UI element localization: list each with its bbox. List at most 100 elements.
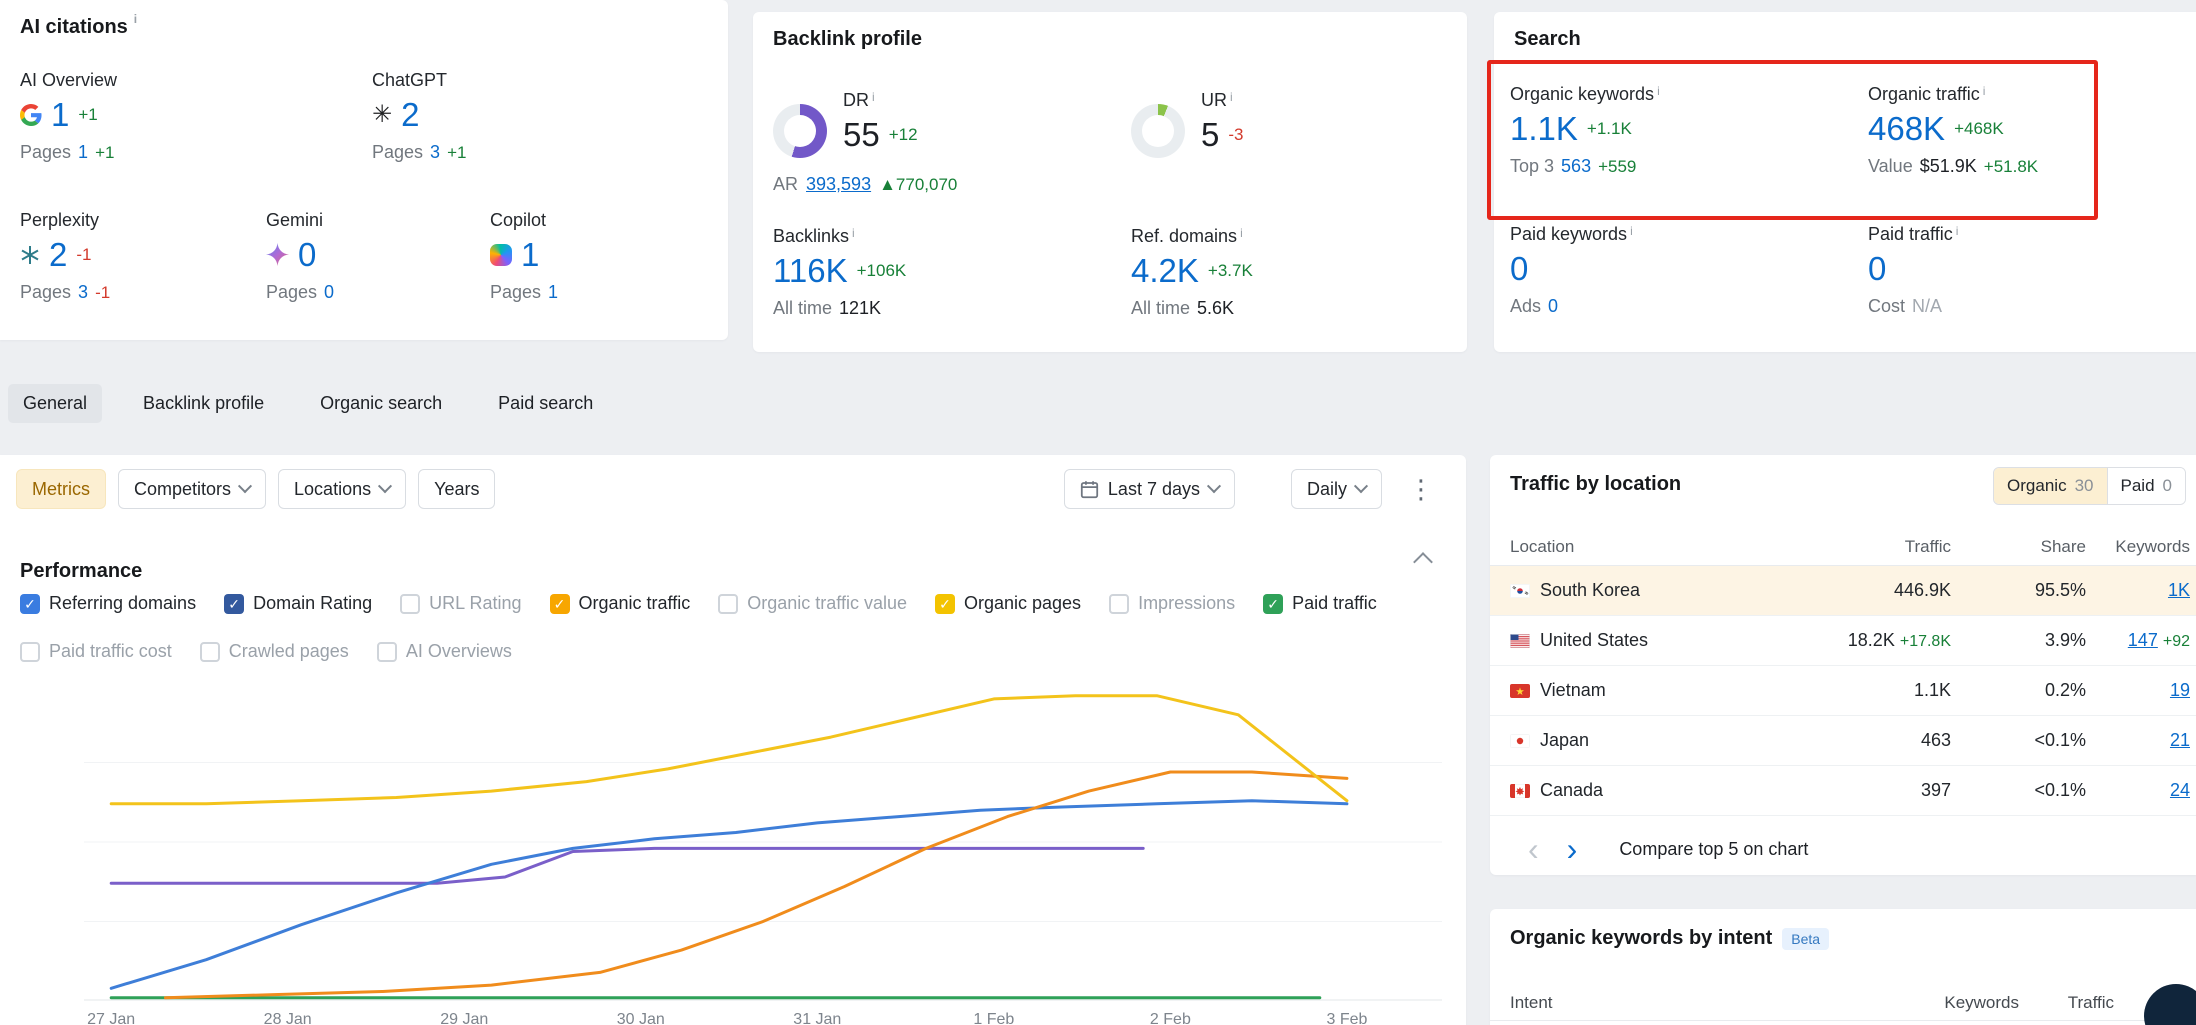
ads-value[interactable]: 0 — [1548, 296, 1558, 317]
pages-value[interactable]: 3 — [430, 142, 440, 163]
chart-toolbar: Metrics Competitors Locations Years — [16, 469, 495, 509]
search-card: Search Organic keywords i 1.1K +1.1K Top… — [1494, 12, 2196, 352]
chatgpt-citations-value[interactable]: 2 — [401, 98, 419, 131]
collapse-section-button[interactable] — [1410, 549, 1436, 575]
paid-traffic-value[interactable]: 0 — [1868, 252, 1886, 285]
table-row-united-states[interactable]: United States 18.2K +17.8K 3.9% 147 +92 — [1490, 616, 2196, 666]
col-traffic: Traffic — [1791, 537, 1951, 557]
checkbox[interactable] — [935, 594, 955, 614]
metric-label: Copilot — [490, 210, 558, 231]
pages-label: Pages — [490, 282, 541, 303]
col-intent: Intent — [1490, 993, 1899, 1013]
share-value: 95.5% — [2035, 580, 2086, 600]
ar-value[interactable]: 393,593 — [806, 174, 871, 195]
table-row-vietnam[interactable]: Vietnam 1.1K 0.2% 19 — [1490, 666, 2196, 716]
date-range-dropdown[interactable]: Last 7 days — [1064, 469, 1235, 509]
table-row-south-korea[interactable]: South Korea 446.9K 95.5% 1K — [1490, 566, 2196, 616]
tab-paid-search[interactable]: Paid search — [483, 384, 608, 423]
ai-metric-chatgpt: ChatGPT ✳ 2 Pages 3 +1 — [372, 70, 466, 163]
organic-traffic-value[interactable]: 468K — [1868, 112, 1945, 145]
pages-value[interactable]: 3 — [78, 282, 88, 303]
keywords-link[interactable]: 24 — [2170, 780, 2190, 800]
metric-checkbox-url-rating[interactable]: URL Rating — [400, 593, 521, 614]
metric-checkbox-paid-traffic-cost[interactable]: Paid traffic cost — [20, 641, 172, 662]
info-icon: i — [1956, 224, 1959, 238]
next-page-button[interactable]: › — [1553, 833, 1592, 865]
prev-page-button[interactable]: ‹ — [1514, 833, 1553, 865]
checkbox-label: AI Overviews — [406, 641, 512, 662]
keywords-link[interactable]: 19 — [2170, 680, 2190, 700]
years-button[interactable]: Years — [418, 469, 495, 509]
locations-dropdown[interactable]: Locations — [278, 469, 406, 509]
checkbox[interactable] — [224, 594, 244, 614]
checkbox[interactable] — [1109, 594, 1129, 614]
pages-value[interactable]: 1 — [548, 282, 558, 303]
copilot-citations-value[interactable]: 1 — [521, 238, 539, 271]
table-row-canada[interactable]: Canada 397 <0.1% 24 — [1490, 766, 2196, 816]
paid-keywords-value[interactable]: 0 — [1510, 252, 1528, 285]
gemini-citations-value[interactable]: 0 — [298, 238, 316, 271]
checkbox[interactable] — [550, 594, 570, 614]
checkbox[interactable] — [718, 594, 738, 614]
chatgpt-icon: ✳ — [372, 103, 392, 127]
chevron-down-icon — [1354, 479, 1368, 493]
checkbox[interactable] — [200, 642, 220, 662]
top3-value[interactable]: 563 — [1561, 156, 1591, 177]
checkbox[interactable] — [377, 642, 397, 662]
toggle-organic[interactable]: Organic 30 — [1994, 468, 2106, 504]
checkbox[interactable] — [20, 642, 40, 662]
ai-overview-citations-value[interactable]: 1 — [51, 98, 69, 131]
metric-checkbox-crawled-pages[interactable]: Crawled pages — [200, 641, 349, 662]
col-location: Location — [1490, 537, 1791, 557]
metric-checkbox-referring-domains[interactable]: Referring domains — [20, 593, 196, 614]
keywords-link[interactable]: 21 — [2170, 730, 2190, 750]
ref-domains-delta: +3.7K — [1208, 262, 1253, 279]
table-row-japan[interactable]: Japan 463 <0.1% 21 — [1490, 716, 2196, 766]
checkbox-label: Paid traffic cost — [49, 641, 172, 662]
pages-label: Pages — [20, 282, 71, 303]
dr-donut-chart — [773, 104, 827, 158]
keywords-link[interactable]: 1K — [2168, 580, 2190, 600]
location-pager: ‹ › Compare top 5 on chart — [1514, 833, 1808, 865]
keywords-link[interactable]: 147 — [2128, 630, 2158, 650]
card-title-text: Search — [1514, 28, 1581, 51]
granularity-dropdown[interactable]: Daily — [1291, 469, 1382, 509]
more-options-button[interactable]: ⋮ — [1400, 472, 1442, 506]
pages-value[interactable]: 0 — [324, 282, 334, 303]
competitors-dropdown[interactable]: Competitors — [118, 469, 266, 509]
toggle-paid[interactable]: Paid 0 — [2107, 468, 2186, 504]
metric-checkbox-impressions[interactable]: Impressions — [1109, 593, 1235, 614]
organic-keywords-value[interactable]: 1.1K — [1510, 112, 1578, 145]
metric-checkbox-domain-rating[interactable]: Domain Rating — [224, 593, 372, 614]
checkbox[interactable] — [20, 594, 40, 614]
metrics-button[interactable]: Metrics — [16, 469, 106, 509]
ref-domains-value[interactable]: 4.2K — [1131, 254, 1199, 287]
metric-checkbox-organic-traffic-value[interactable]: Organic traffic value — [718, 593, 907, 614]
checkbox[interactable] — [400, 594, 420, 614]
checkbox[interactable] — [1263, 594, 1283, 614]
flag-vietnam-icon — [1510, 684, 1530, 698]
metric-checkbox-paid-traffic[interactable]: Paid traffic — [1263, 593, 1377, 614]
perplexity-citations-value[interactable]: 2 — [49, 238, 67, 271]
x-axis-label: 27 Jan — [87, 1011, 135, 1025]
metrics-button-label: Metrics — [32, 479, 90, 500]
metric-checkbox-ai-overviews[interactable]: AI Overviews — [377, 641, 512, 662]
backlinks-value[interactable]: 116K — [773, 254, 848, 287]
pages-value[interactable]: 1 — [78, 142, 88, 163]
tab-general[interactable]: General — [8, 384, 102, 423]
metric-checkbox-organic-pages[interactable]: Organic pages — [935, 593, 1081, 614]
alltime-label: All time — [1131, 298, 1190, 319]
ahrefs-rank-line: AR 393,593 ▲770,070 — [773, 174, 957, 195]
gemini-icon — [266, 243, 289, 266]
backlinks-label: Backlinks — [773, 226, 849, 247]
tab-organic-search[interactable]: Organic search — [305, 384, 457, 423]
keywords-delta: +92 — [2163, 633, 2190, 650]
metric-checkbox-organic-traffic[interactable]: Organic traffic — [550, 593, 691, 614]
tab-backlink-profile[interactable]: Backlink profile — [128, 384, 279, 423]
perplexity-icon — [20, 245, 40, 265]
x-axis-label: 3 Feb — [1326, 1011, 1367, 1025]
intent-table-header: Intent Keywords Traffic — [1490, 985, 2196, 1021]
alltime-label: All time — [773, 298, 832, 319]
pages-label: Pages — [266, 282, 317, 303]
location-name: Japan — [1540, 730, 1589, 751]
